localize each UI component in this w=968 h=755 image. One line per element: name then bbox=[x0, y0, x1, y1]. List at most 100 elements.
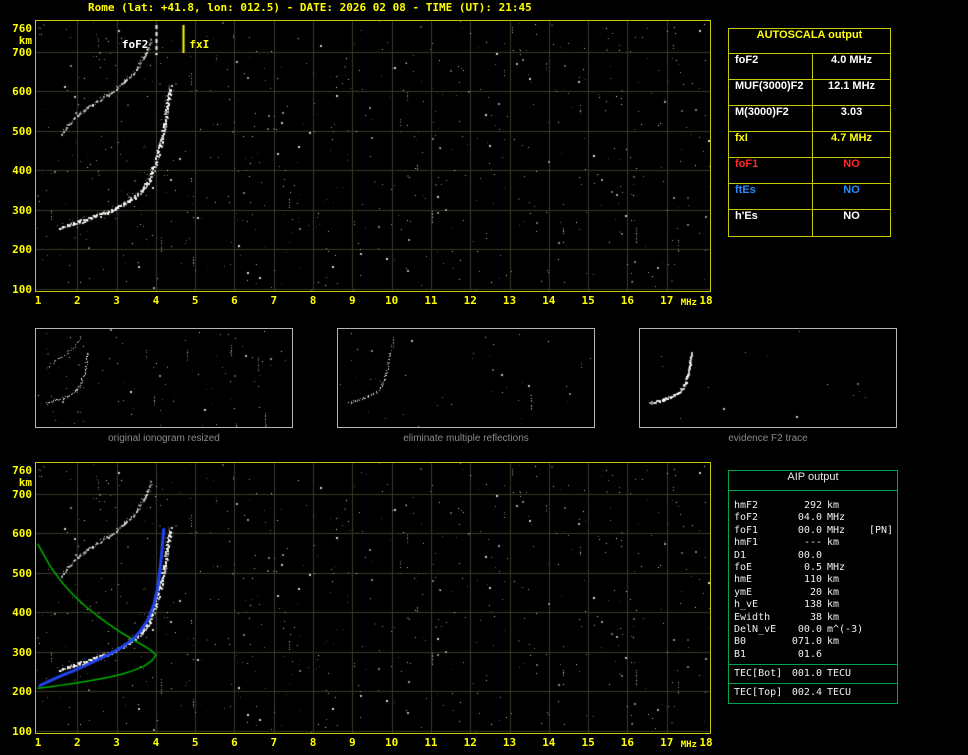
aip-param-value: 38 bbox=[809, 611, 822, 623]
autoscala-screen: Rome (lat: +41.8, lon: 012.5) - DATE: 20… bbox=[0, 0, 968, 755]
x-tick-label: 14 bbox=[542, 736, 556, 749]
aip-row-b1: B1 01.6 bbox=[734, 649, 895, 661]
ionogram-canvas-top bbox=[36, 21, 710, 291]
aip-param-label: foF1 bbox=[734, 524, 759, 536]
x-tick-label: 10 bbox=[385, 294, 399, 307]
aip-row-yme: ymE 20 km bbox=[734, 587, 895, 599]
y-tick-label: 300 bbox=[12, 645, 32, 659]
aip-param-label: DelN_vE bbox=[734, 623, 777, 635]
aip-param-unit: km bbox=[827, 537, 840, 549]
aip-param-value: 110 bbox=[803, 574, 822, 586]
aip-row-tectop: TEC[Top] 002.4 TECU bbox=[734, 687, 895, 699]
autoscala-param-label: MUF(3000)F2 bbox=[729, 80, 813, 105]
thumbnail-caption-eliminate: eliminate multiple reflections bbox=[403, 433, 529, 444]
aip-param-label: Ewidth bbox=[734, 611, 771, 623]
x-tick-label: 17 bbox=[660, 736, 674, 749]
aip-param-label: hmF1 bbox=[734, 537, 759, 549]
aip-param-unit: km bbox=[827, 599, 840, 611]
aip-param-label: B0 bbox=[734, 636, 747, 648]
autoscala-table-rows: foF2 4.0 MHz MUF(3000)F2 12.1 MHz M(3000)F2 3… bbox=[729, 54, 890, 236]
aip-param-value: --- bbox=[803, 537, 822, 549]
x-tick-label: 5 bbox=[191, 736, 199, 749]
x-tick-label: 13 bbox=[502, 294, 517, 307]
aip-param-value: 20 bbox=[809, 586, 822, 598]
x-tick-label: 9 bbox=[349, 294, 356, 307]
thumbnail-eliminate-reflections bbox=[337, 328, 595, 428]
autoscala-row-fxi: fxI 4.7 MHz bbox=[729, 132, 890, 158]
autoscala-param-value: NO bbox=[843, 184, 860, 196]
aip-param-value: 0.5 bbox=[803, 561, 822, 573]
aip-param-unit: km bbox=[827, 574, 840, 586]
y-tick-label: 600 bbox=[12, 527, 32, 541]
autoscala-param-value: 4.7 MHz bbox=[831, 132, 872, 144]
aip-row-d1: D1 00.0 bbox=[734, 550, 895, 562]
x-tick-label: 17 bbox=[660, 294, 674, 307]
x-tick-label: 6 bbox=[231, 736, 238, 749]
x-tick-label: 3 bbox=[113, 736, 120, 749]
autoscala-row-m3000f2: M(3000)F2 3.03 bbox=[729, 106, 890, 132]
thumbnail-canvas-evidence bbox=[640, 329, 896, 427]
aip-param-unit: m^(-3) bbox=[827, 623, 864, 635]
aip-param-label: foE bbox=[734, 561, 753, 573]
autoscala-param-label: foF1 bbox=[729, 158, 813, 183]
aip-param-label: hmF2 bbox=[734, 500, 759, 511]
aip-param-value: 292 bbox=[803, 500, 822, 511]
x-axis-labels-bottom: 1 2 3 4 5 6 7 8 9 10 11 12 13 14 15 16 17 18 MHz bbox=[35, 736, 726, 750]
aip-output-table: AIP output hmF2 292 km foF2 04.0 MHz foF1 00.0 M… bbox=[728, 470, 898, 704]
x-tick-label: 4 bbox=[152, 736, 160, 749]
x-tick-label: 1 bbox=[34, 736, 42, 749]
aip-separator bbox=[729, 683, 897, 685]
autoscala-param-value: 4.0 MHz bbox=[831, 54, 872, 66]
x-tick-label: 4 bbox=[152, 294, 160, 307]
aip-param-extra: [PN] bbox=[869, 524, 894, 536]
x-tick-label: 3 bbox=[113, 294, 120, 307]
autoscala-param-value: NO bbox=[843, 210, 860, 222]
x-tick-label: 8 bbox=[309, 294, 317, 307]
y-axis-labels-bottom: 760 km 700 600 500 400 300 200 100 bbox=[2, 463, 33, 738]
x-tick-label: 7 bbox=[270, 294, 278, 307]
y-axis-labels-top: 760 km 700 600 500 400 300 200 100 bbox=[2, 21, 33, 296]
autoscala-param-label: fxI bbox=[729, 132, 813, 157]
ionogram-panel-bottom bbox=[35, 462, 711, 734]
autoscala-param-label: M(3000)F2 bbox=[729, 106, 813, 131]
x-tick-label: 10 bbox=[385, 736, 399, 749]
autoscala-param-label: foF2 bbox=[729, 54, 813, 79]
x-tick-label: 18 bbox=[699, 736, 713, 749]
aip-row-hme: hmE 110 km bbox=[734, 574, 895, 586]
thumbnail-caption-original: original ionogram resized bbox=[108, 433, 220, 444]
autoscala-row-fof1: foF1 NO bbox=[729, 158, 890, 184]
aip-row-fof2: foF2 04.0 MHz bbox=[734, 512, 895, 524]
x-axis-unit: MHz bbox=[680, 740, 697, 750]
aip-row-b0: B0 071.0 km bbox=[734, 636, 895, 648]
aip-row-fof1: foF1 00.0 MHz [PN] bbox=[734, 525, 895, 537]
thumbnail-canvas-eliminate bbox=[338, 329, 594, 427]
aip-row-hve: h_vE 138 km bbox=[734, 599, 895, 611]
ionogram-panel-top: foF2 fxI bbox=[35, 20, 711, 292]
aip-param-value: 071.0 bbox=[791, 636, 822, 648]
aip-param-unit: km bbox=[827, 611, 840, 623]
aip-param-value: 002.4 bbox=[791, 687, 822, 699]
foF2-marker-label: foF2 bbox=[121, 38, 149, 51]
aip-param-value: 00.0 bbox=[797, 524, 822, 536]
aip-param-unit: km bbox=[827, 636, 840, 648]
aip-param-unit: km bbox=[827, 500, 840, 511]
aip-param-value: 00.0 bbox=[797, 623, 822, 635]
thumbnail-evidence-f2 bbox=[639, 328, 897, 428]
ionogram-canvas-bottom bbox=[36, 463, 710, 733]
x-tick-label: 12 bbox=[463, 294, 477, 307]
autoscala-param-label: h'Es bbox=[729, 210, 813, 236]
thumbnail-original-ionogram bbox=[35, 328, 293, 428]
aip-row-hmf1: hmF1 --- km bbox=[734, 537, 895, 549]
x-tick-label: 16 bbox=[620, 736, 635, 749]
x-tick-label: 12 bbox=[463, 736, 477, 749]
y-tick-label: 400 bbox=[12, 606, 32, 620]
autoscala-row-muf3000f2: MUF(3000)F2 12.1 MHz bbox=[729, 80, 890, 106]
autoscala-param-value: 3.03 bbox=[840, 106, 863, 118]
x-tick-label: 9 bbox=[349, 736, 356, 749]
y-tick-label: 300 bbox=[12, 203, 32, 217]
station-date-time-title: Rome (lat: +41.8, lon: 012.5) - DATE: 20… bbox=[88, 1, 532, 14]
y-tick-label: 500 bbox=[12, 566, 32, 580]
aip-param-unit: TECU bbox=[827, 687, 852, 699]
aip-param-value: 001.0 bbox=[791, 668, 822, 680]
autoscala-row-hes: h'Es NO bbox=[729, 210, 890, 236]
